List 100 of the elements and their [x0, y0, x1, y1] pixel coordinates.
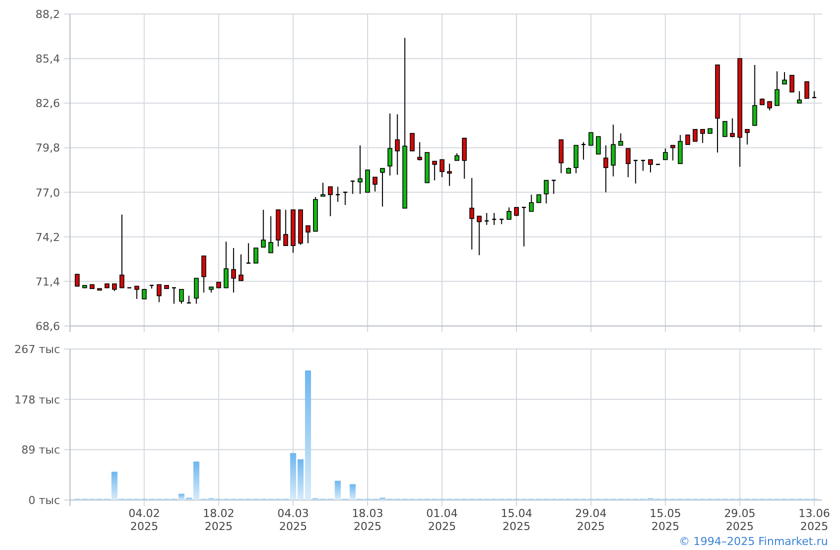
candlestick	[432, 160, 437, 181]
candlestick	[186, 295, 191, 304]
candlestick	[700, 128, 705, 144]
candlestick	[150, 284, 154, 290]
candlestick	[581, 142, 586, 160]
axis-label: 89 тыс	[21, 444, 60, 457]
axis-label: 82,6	[36, 97, 60, 110]
candlestick	[476, 216, 482, 256]
axis-label: 15.05	[650, 507, 682, 520]
candlestick	[767, 101, 772, 111]
candlestick	[692, 128, 698, 142]
candlestick	[656, 164, 660, 166]
candlestick	[641, 160, 646, 172]
candlestick	[760, 98, 765, 106]
candlestick	[528, 194, 534, 212]
axis-label: 74,2	[36, 230, 60, 244]
axis-label: 13.06	[798, 507, 830, 520]
candlestick	[127, 287, 132, 288]
candlestick	[410, 132, 415, 152]
candlestick	[260, 209, 266, 248]
candlestick	[216, 282, 222, 288]
candlestick	[238, 254, 244, 282]
candlestick	[112, 283, 117, 292]
candlestick	[336, 186, 340, 202]
candlestick	[506, 206, 512, 220]
axis-label: 178 тыс	[14, 393, 60, 406]
axis-label: 01.04	[426, 507, 458, 520]
candlestick	[447, 163, 452, 186]
candlestick	[678, 134, 683, 164]
candlestick	[74, 274, 80, 287]
candlestick	[744, 128, 750, 146]
candlestick	[670, 144, 676, 161]
copyright-link[interactable]: © 1994–2025 Finmarket.ru	[678, 536, 828, 547]
candlestick	[343, 192, 348, 206]
axis-label: 18.03	[352, 507, 384, 520]
axis-label: 88,2	[36, 8, 60, 21]
candlestick	[708, 128, 712, 134]
candlestick	[566, 167, 571, 174]
candlestick	[440, 159, 444, 178]
axis-label: 68,6	[36, 320, 60, 333]
axis-label: 2025	[428, 520, 456, 533]
candlestick	[618, 132, 624, 146]
axis-label: 2025	[800, 520, 828, 533]
axis-label: 71,4	[36, 275, 60, 288]
candlestick	[246, 242, 250, 264]
candlestick	[514, 206, 519, 217]
candlestick	[224, 241, 229, 288]
candlestick	[610, 124, 616, 177]
axis-label: 29.04	[575, 507, 607, 520]
axis-label: 85,4	[36, 52, 60, 66]
candlestick	[574, 144, 578, 174]
candlestick	[500, 218, 504, 225]
candlestick	[208, 286, 214, 294]
axis-label: 2025	[279, 520, 308, 533]
candlestick	[231, 248, 236, 294]
candlestick	[522, 206, 526, 247]
candlestick	[544, 180, 549, 204]
axis-label: 77,0	[36, 186, 60, 200]
candlestick	[290, 209, 296, 254]
candlestick	[365, 170, 370, 193]
candlestick	[276, 209, 281, 247]
candlestick	[320, 182, 326, 197]
axis-label: 2025	[576, 520, 605, 533]
candlestick	[782, 72, 787, 85]
axis-label: 2025	[130, 520, 158, 533]
axis-label: 2025	[726, 520, 754, 533]
axis-label: 2025	[502, 520, 530, 533]
candlestick	[804, 81, 810, 99]
axis-label: 267 тыс	[14, 343, 60, 356]
candlestick	[552, 180, 556, 194]
candlestick	[454, 152, 460, 161]
axis-label: 04.03	[277, 507, 309, 520]
candlestick	[603, 144, 608, 193]
axis-label: 18.02	[202, 507, 234, 520]
axis-label: 2025	[651, 520, 680, 533]
candlestick	[417, 142, 422, 161]
axis-label: 79,8	[36, 142, 60, 155]
candlestick	[722, 120, 728, 138]
candlestick	[254, 248, 258, 264]
candlestick	[626, 148, 631, 178]
candlestick	[142, 288, 147, 300]
candlestick	[662, 148, 668, 160]
candlestick	[424, 152, 430, 184]
candlestick	[596, 136, 601, 155]
candlestick	[394, 114, 400, 176]
candlestick	[313, 196, 318, 232]
candlestick	[283, 209, 288, 246]
axis-label: 2025	[354, 520, 382, 533]
candlestick	[372, 176, 378, 192]
candlestick	[774, 70, 780, 106]
candlestick	[648, 159, 653, 173]
axis-label: 29.05	[724, 507, 756, 520]
candlestick	[328, 186, 333, 217]
candlestick	[298, 209, 303, 246]
candlestick	[634, 160, 638, 184]
candlestick	[350, 180, 355, 194]
candlestick	[588, 132, 594, 146]
candlestick	[268, 216, 274, 254]
candlestick	[134, 286, 140, 300]
candlestick	[812, 90, 816, 98]
